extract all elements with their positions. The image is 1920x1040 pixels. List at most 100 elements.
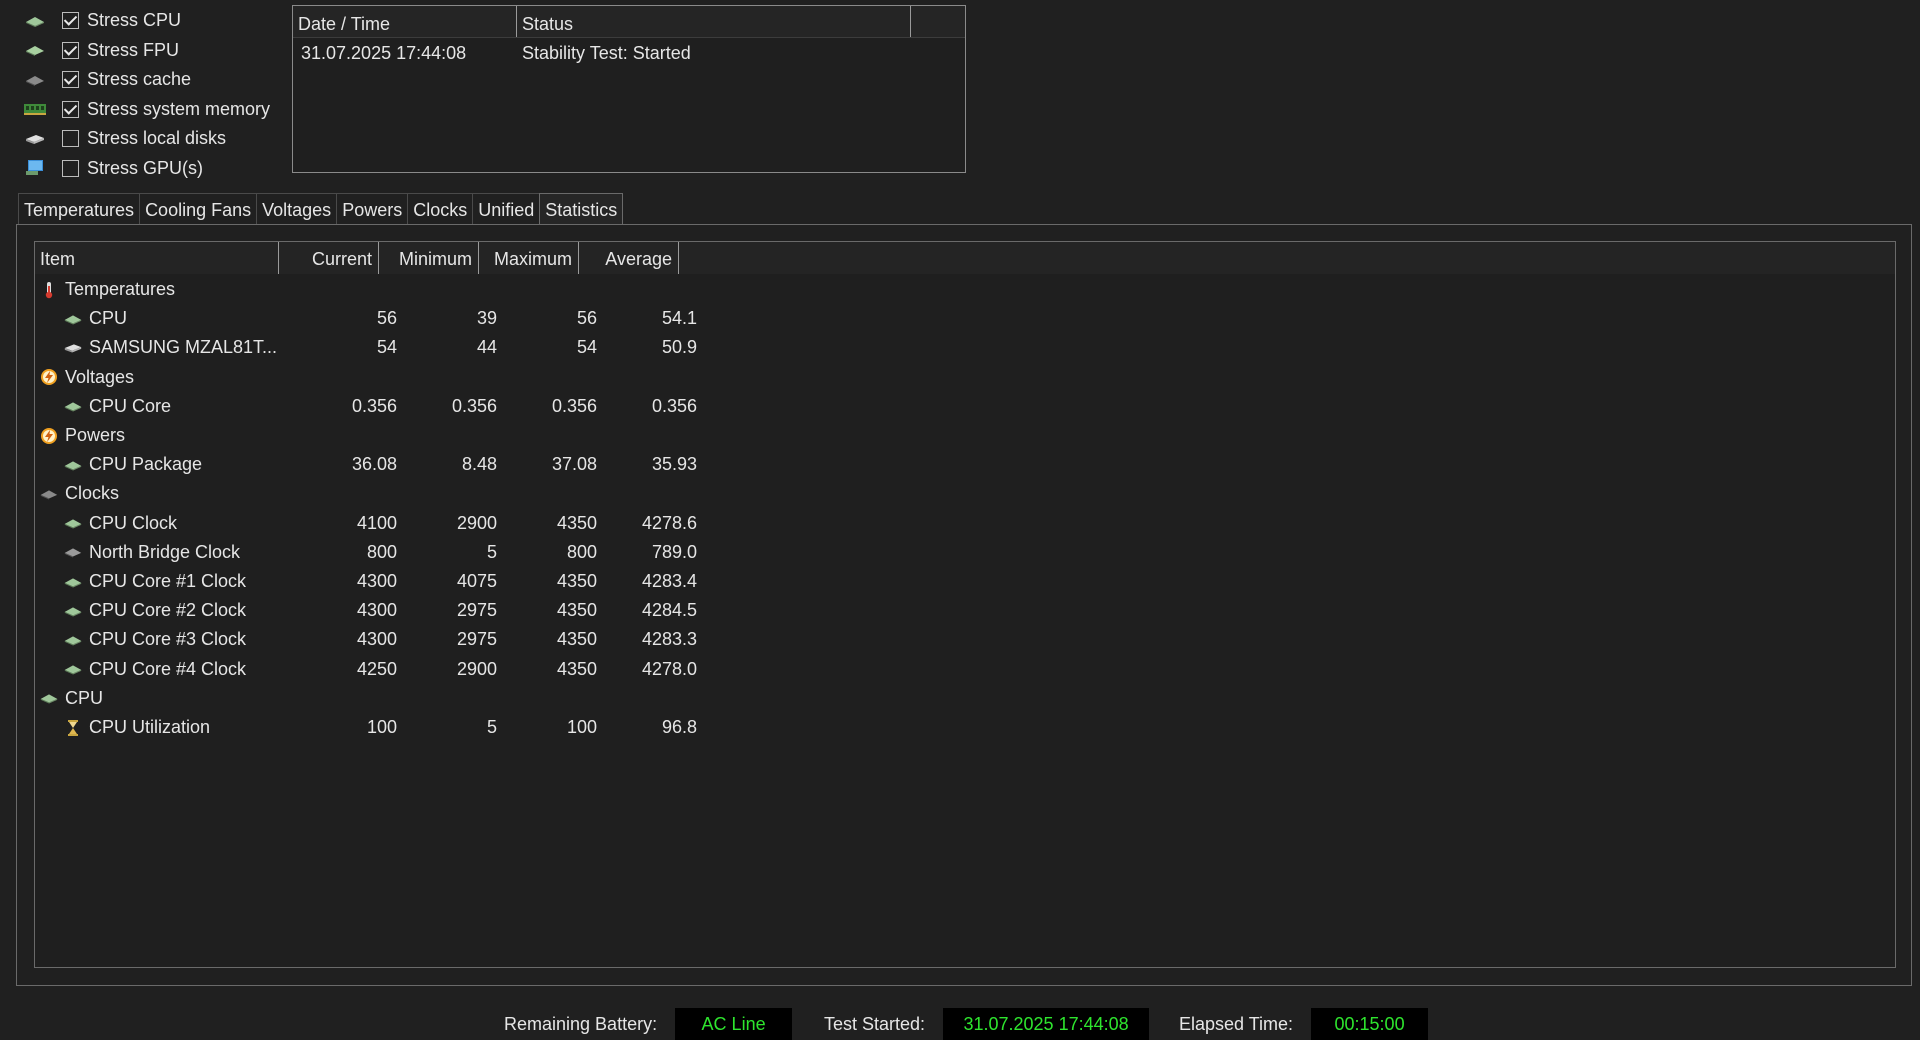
tab-powers[interactable]: Powers (336, 193, 409, 225)
table-group-row[interactable]: Powers (35, 421, 735, 450)
cell-average: 789.0 (651, 541, 697, 562)
row-label: CPU Utilization (89, 717, 211, 737)
cell-maximum: 4350 (556, 512, 597, 533)
log-col-datetime[interactable]: Date / Time (293, 6, 517, 37)
memory-module-icon (22, 99, 48, 119)
stress-checkbox[interactable] (62, 159, 79, 177)
col-average[interactable]: Average (579, 242, 679, 274)
table-row[interactable]: CPU 56 39 56 54.1 (35, 304, 735, 333)
tab-unified[interactable]: Unified (472, 193, 541, 225)
tab-cooling-fans[interactable]: Cooling Fans (139, 193, 258, 225)
table-row[interactable]: CPU Core #4 Clock 4250 2900 4350 4278.0 (35, 655, 735, 684)
disk-drive-icon (22, 129, 48, 149)
cell-maximum: 4350 (556, 658, 597, 679)
stress-option[interactable]: Stress cache (22, 65, 282, 95)
table-group-row[interactable]: Temperatures (35, 275, 735, 304)
elapsed-value: 00:15:00 (1311, 1008, 1429, 1040)
tab-voltages[interactable]: Voltages (256, 193, 338, 225)
col-item[interactable]: Item (35, 242, 279, 274)
table-group-row[interactable]: Voltages (35, 363, 735, 392)
cell-current: 36.08 (351, 454, 397, 475)
tab-temperatures[interactable]: Temperatures (18, 193, 141, 225)
row-label: CPU (89, 308, 128, 329)
cell-average: 0.356 (651, 395, 697, 416)
cell-current: 100 (366, 717, 397, 737)
stress-checkbox[interactable] (62, 100, 79, 118)
battery-label: Remaining Battery: (504, 1013, 658, 1034)
stress-option[interactable]: Stress GPU(s) (22, 154, 282, 184)
cpu-chip-icon (63, 514, 83, 532)
cell-average: 35.93 (651, 454, 697, 475)
tab-statistics[interactable]: Statistics (539, 193, 624, 225)
cell-minimum: 8.48 (461, 454, 497, 475)
cell-maximum: 4350 (556, 571, 597, 591)
thermometer-icon (39, 281, 59, 299)
cpu-chip-icon (63, 397, 83, 415)
table-row[interactable]: CPU Core #2 Clock 4300 2975 4350 4284.5 (35, 596, 735, 625)
stress-option[interactable]: Stress FPU (22, 36, 282, 66)
cell-maximum: 4350 (556, 600, 597, 621)
row-label: CPU Package (89, 454, 203, 475)
cell-average: 4283.4 (641, 571, 697, 591)
stress-option-label: Stress cache (87, 69, 192, 90)
cell-average: 4278.0 (641, 658, 697, 679)
col-maximum[interactable]: Maximum (479, 242, 579, 274)
cpu-chip-icon (22, 11, 48, 31)
stress-checkbox[interactable] (62, 130, 79, 148)
row-label: CPU Core #4 Clock (89, 658, 247, 679)
log-datetime: 31.07.2025 17:44:08 (301, 42, 467, 63)
cell-minimum: 44 (476, 337, 497, 358)
cell-maximum: 54 (576, 337, 597, 358)
hourglass-icon (63, 719, 83, 737)
fpu-chip-icon (22, 40, 48, 60)
cpu-chip-icon (63, 310, 83, 328)
cpu-chip-icon (63, 631, 83, 649)
row-label: CPU Clock (89, 512, 178, 533)
table-row[interactable]: North Bridge Clock 800 5 800 789.0 (35, 538, 735, 567)
log-col-status[interactable]: Status (517, 6, 911, 37)
table-row[interactable]: CPU Core 0.356 0.356 0.356 0.356 (35, 392, 735, 421)
cell-minimum: 5 (486, 717, 497, 737)
stress-option[interactable]: Stress CPU (22, 6, 282, 36)
stress-checkbox[interactable] (62, 41, 79, 59)
table-row[interactable]: CPU Package 36.08 8.48 37.08 35.93 (35, 450, 735, 479)
cpu-chip-icon (63, 573, 83, 591)
started-value: 31.07.2025 17:44:08 (943, 1008, 1150, 1040)
cell-maximum: 100 (566, 717, 597, 737)
row-label: North Bridge Clock (89, 541, 241, 562)
cell-minimum: 2975 (456, 600, 497, 621)
cell-maximum: 56 (576, 308, 597, 329)
cache-chip-icon (22, 70, 48, 90)
row-label: SAMSUNG MZAL81T... (89, 337, 278, 358)
cell-average: 54.1 (661, 308, 697, 329)
table-row[interactable]: SAMSUNG MZAL81T... 54 44 54 50.9 (35, 333, 735, 362)
cell-current: 4300 (356, 600, 397, 621)
table-group-row[interactable]: Clocks (35, 479, 735, 508)
row-label: CPU Core #1 Clock (89, 571, 247, 591)
col-minimum[interactable]: Minimum (379, 242, 479, 274)
table-row[interactable]: CPU Core #3 Clock 4300 2975 4350 4283.3 (35, 625, 735, 654)
log-status: Stability Test: Started (522, 42, 691, 63)
table-row[interactable]: CPU Utilization 100 5 100 96.8 (35, 713, 735, 742)
table-group-row[interactable]: CPU (35, 684, 735, 713)
table-row[interactable]: CPU Clock 4100 2900 4350 4278.6 (35, 509, 735, 538)
log-header: Date / Time Status (293, 6, 965, 38)
cell-average: 96.8 (661, 717, 697, 737)
stress-option-label: Stress CPU (87, 10, 182, 31)
row-label: Powers (65, 425, 126, 445)
stress-checkbox[interactable] (62, 71, 79, 89)
status-test-started: Test Started: 31.07.2025 17:44:08 (824, 1008, 1150, 1040)
col-current[interactable]: Current (279, 242, 379, 274)
table-row[interactable]: CPU Core #1 Clock 4300 4075 4350 4283.4 (35, 567, 735, 596)
cell-minimum: 39 (476, 308, 497, 329)
row-label: CPU (65, 687, 104, 708)
chipset-icon (63, 543, 83, 561)
chip-icon (39, 485, 59, 503)
stress-option[interactable]: Stress local disks (22, 124, 282, 154)
stress-option[interactable]: Stress system memory (22, 95, 282, 125)
row-label: CPU Core #3 Clock (89, 629, 247, 650)
cpu-chip-icon (63, 602, 83, 620)
stress-checkbox[interactable] (62, 12, 79, 30)
tab-clocks[interactable]: Clocks (407, 193, 474, 225)
cell-maximum: 37.08 (551, 454, 597, 475)
